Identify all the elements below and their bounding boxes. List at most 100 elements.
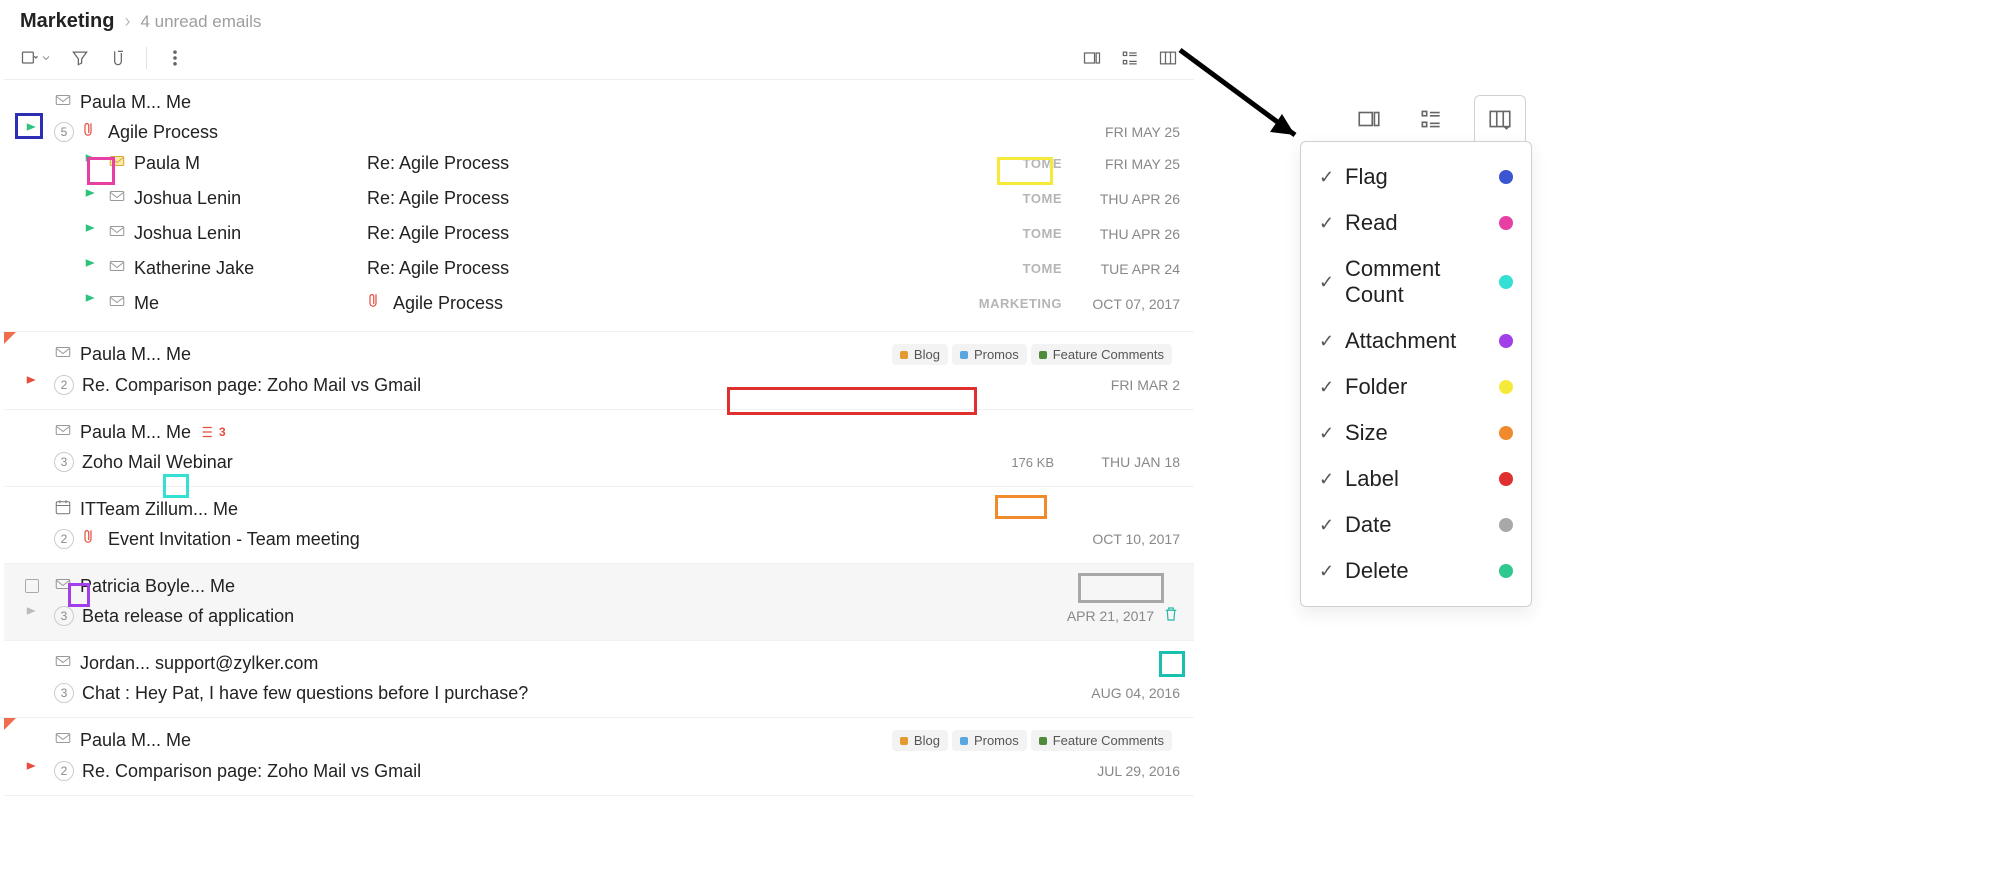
label-color-dot	[960, 351, 968, 359]
side-panel: ✓Flag✓Read✓Comment Count✓Attachment✓Fold…	[1300, 95, 1532, 607]
email-panel: Marketing › 4 unread emails Paula	[4, 0, 1194, 796]
conversation[interactable]: Paula M... Me5Agile ProcessFRI MAY 25Pau…	[4, 80, 1194, 332]
columns-menu-item[interactable]: ✓Flag	[1315, 154, 1517, 200]
view-list-icon[interactable]	[1120, 48, 1140, 68]
conversation[interactable]: Patricia Boyle... Me3Beta release of app…	[4, 564, 1194, 641]
side-view-list-icon[interactable]	[1412, 100, 1450, 138]
label-tag[interactable]: Feature Comments	[1031, 730, 1172, 751]
thread-count-badge: 2	[54, 529, 74, 549]
menu-color-dot	[1499, 275, 1513, 289]
label-text: Blog	[914, 733, 940, 748]
label-text: Blog	[914, 347, 940, 362]
label-text: Feature Comments	[1053, 733, 1164, 748]
columns-menu-item[interactable]: ✓ Delete	[1315, 548, 1517, 594]
envelope-icon	[108, 257, 126, 280]
filter-icon[interactable]	[70, 48, 90, 68]
thread-count-badge: 3	[54, 683, 74, 703]
thread-count-badge: 3	[54, 452, 74, 472]
label-text: Promos	[974, 347, 1019, 362]
envelope-icon	[54, 652, 72, 675]
panel-header: Marketing › 4 unread emails	[4, 0, 1194, 37]
folder-tag: TOME	[1023, 261, 1062, 276]
subject-label: Re: Agile Process	[367, 223, 509, 244]
subject-label: Re. Comparison page: Zoho Mail vs Gmail	[82, 375, 421, 396]
flag-icon[interactable]	[82, 187, 100, 210]
attachment-icon	[82, 528, 100, 551]
label-tag[interactable]: Blog	[892, 344, 948, 365]
sender-label: Paula M... Me	[80, 422, 191, 443]
check-icon: ✓	[1319, 272, 1335, 293]
flag-icon[interactable]	[23, 121, 41, 144]
label-tags: Blog Promos Feature Comments	[884, 726, 1180, 755]
label-tag[interactable]: Blog	[892, 730, 948, 751]
menu-color-dot	[1499, 380, 1513, 394]
thread-child-row[interactable]: Katherine JakeRe: Agile ProcessTOMETUE A…	[46, 251, 1180, 286]
sender-label: Joshua Lenin	[134, 223, 359, 244]
more-menu-icon[interactable]	[165, 48, 185, 68]
date-label: TUE APR 24	[1070, 261, 1180, 277]
side-view-card-icon[interactable]	[1350, 100, 1388, 138]
menu-item-label: Size	[1345, 420, 1489, 446]
menu-item-label: Comment Count	[1345, 256, 1489, 308]
sender-label: ITTeam Zillum... Me	[80, 499, 238, 520]
envelope-icon	[54, 575, 72, 598]
columns-menu-item[interactable]: ✓Attachment	[1315, 318, 1517, 364]
label-tag[interactable]: Feature Comments	[1031, 344, 1172, 365]
check-icon: ✓	[1319, 561, 1335, 582]
flag-icon[interactable]	[23, 760, 41, 783]
thread-child-row[interactable]: Joshua LeninRe: Agile ProcessTOMETHU APR…	[46, 216, 1180, 251]
date-label: THU APR 26	[1070, 226, 1180, 242]
conversation[interactable]: Paula M... MeBlogPromosFeature Comments2…	[4, 332, 1194, 410]
select-all-dropdown[interactable]	[20, 48, 52, 68]
date-label: AUG 04, 2016	[1070, 685, 1180, 701]
conversation[interactable]: Paula M... Me33Zoho Mail Webinar176 KBTH…	[4, 410, 1194, 487]
flag-icon[interactable]	[23, 374, 41, 397]
subject-label: Re: Agile Process	[367, 188, 509, 209]
date-label: FRI MAY 25	[1070, 124, 1180, 140]
menu-item-label: Read	[1345, 210, 1489, 236]
folder-tag: TOME	[1023, 191, 1062, 206]
attachments-view-icon[interactable]	[108, 48, 128, 68]
conversation[interactable]: Paula M... MeBlogPromosFeature Comments2…	[4, 718, 1194, 796]
view-card-icon[interactable]	[1082, 48, 1102, 68]
flag-icon[interactable]	[23, 605, 41, 628]
select-checkbox[interactable]	[25, 579, 39, 593]
side-view-columns-icon[interactable]	[1474, 95, 1526, 142]
conversation[interactable]: Jordan... support@zylker.com3Chat : Hey …	[4, 641, 1194, 718]
date-label: FRI MAR 2	[1070, 377, 1180, 393]
thread-child-row[interactable]: Paula MRe: Agile ProcessTOMEFRI MAY 25	[46, 146, 1180, 181]
envelope-icon	[54, 91, 72, 114]
label-tag[interactable]: Promos	[952, 730, 1027, 751]
comment-count-icon: 3	[199, 423, 226, 441]
columns-menu-item[interactable]: ✓Date	[1315, 502, 1517, 548]
subject-label: Re: Agile Process	[367, 258, 509, 279]
columns-menu-item[interactable]: ✓Folder	[1315, 364, 1517, 410]
columns-menu-item[interactable]: ✓Read	[1315, 200, 1517, 246]
label-color-dot	[1039, 737, 1047, 745]
check-icon: ✓	[1319, 515, 1335, 536]
flag-icon[interactable]	[82, 222, 100, 245]
sender-label: Paula M... Me	[80, 344, 191, 365]
envelope-icon	[54, 421, 72, 444]
columns-menu: ✓Flag✓Read✓Comment Count✓Attachment✓Fold…	[1300, 141, 1532, 607]
columns-menu-item[interactable]: ✓Label	[1315, 456, 1517, 502]
conversation[interactable]: ITTeam Zillum... Me2Event Invitation - T…	[4, 487, 1194, 564]
flag-icon[interactable]	[82, 152, 100, 175]
menu-item-label: Delete	[1345, 558, 1489, 584]
check-icon: ✓	[1319, 377, 1335, 398]
columns-menu-item[interactable]: ✓ Comment Count	[1315, 246, 1517, 318]
thread-child-row[interactable]: Joshua LeninRe: Agile ProcessTOMETHU APR…	[46, 181, 1180, 216]
label-tag[interactable]: Promos	[952, 344, 1027, 365]
menu-color-dot	[1499, 170, 1513, 184]
delete-icon[interactable]	[1162, 605, 1180, 628]
envelope-icon	[108, 222, 126, 245]
envelope-icon	[108, 152, 126, 175]
subject-label: Re: Agile Process	[367, 153, 509, 174]
flag-icon[interactable]	[82, 292, 100, 315]
thread-child-row[interactable]: MeAgile ProcessMARKETINGOCT 07, 2017	[46, 286, 1180, 321]
flag-icon[interactable]	[82, 257, 100, 280]
envelope-icon	[108, 292, 126, 315]
columns-menu-item[interactable]: ✓Size	[1315, 410, 1517, 456]
envelope-icon	[54, 729, 72, 752]
date-label: FRI MAY 25	[1070, 156, 1180, 172]
